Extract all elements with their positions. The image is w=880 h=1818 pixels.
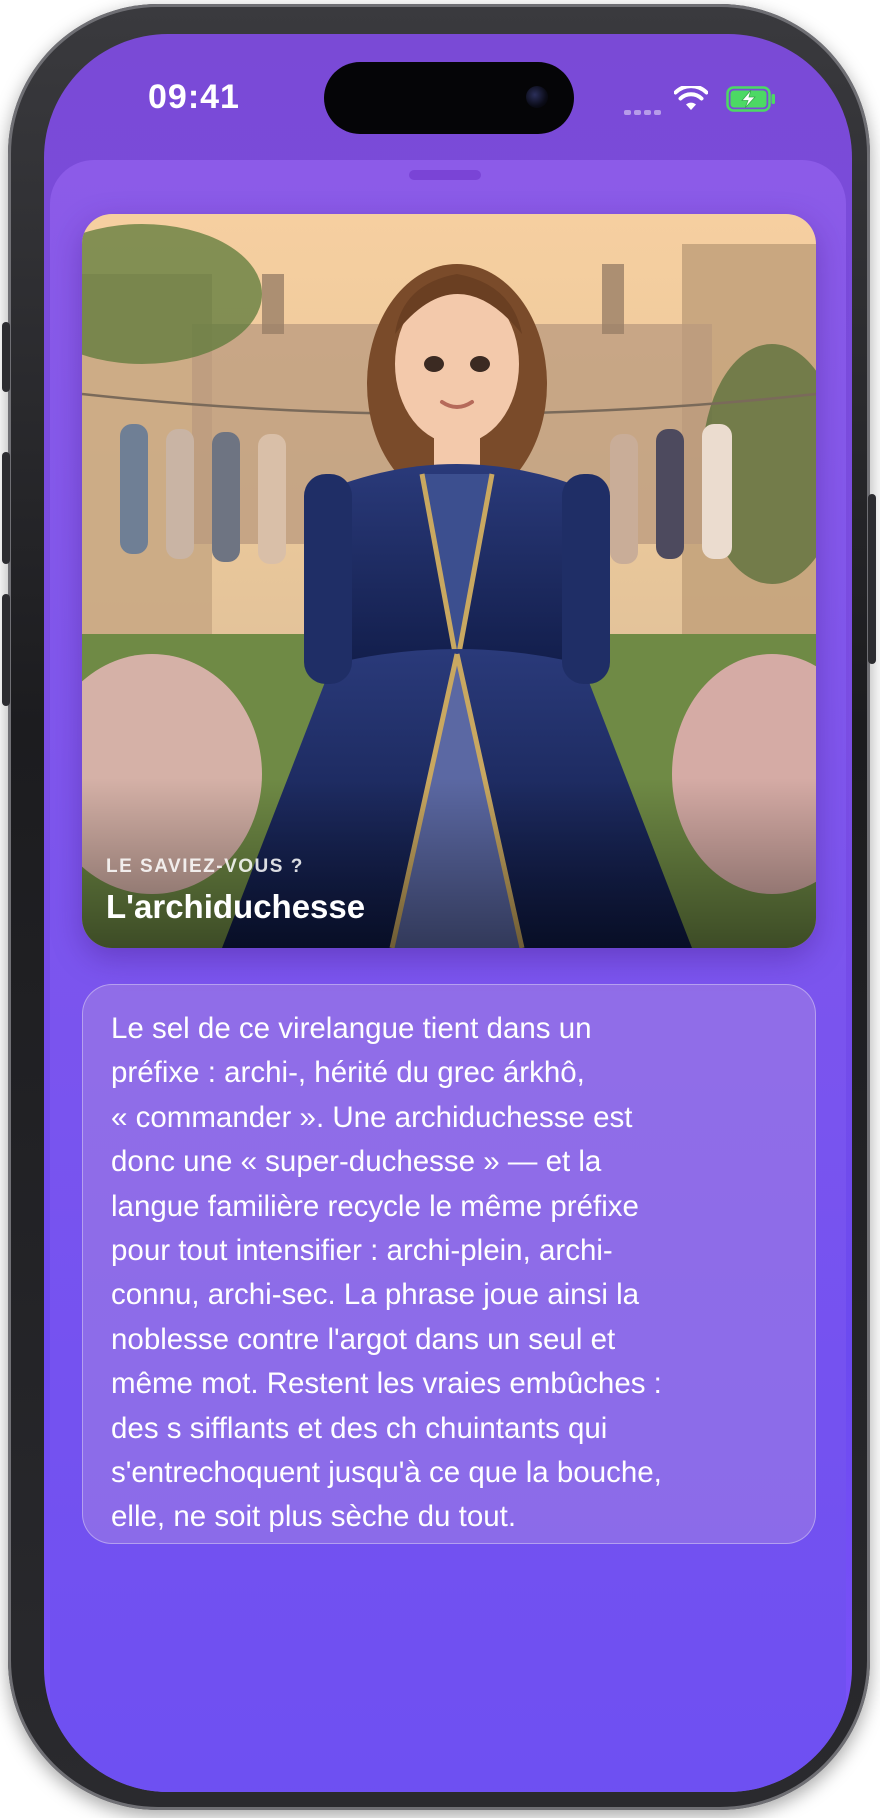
- explanation-line: connu, archi-sec. La phrase joue ainsi l…: [111, 1278, 640, 1312]
- explanation-line: des s sifflants et des ch chuintants qui: [111, 1411, 608, 1445]
- explanation-line: pour tout intensifier : archi-plein, arc…: [111, 1234, 613, 1268]
- power-button[interactable]: [868, 494, 876, 664]
- battery-charging-icon: [726, 86, 776, 117]
- explanation-line: même mot. Restent les vraies embûches :: [111, 1367, 662, 1401]
- hero-card[interactable]: LE SAVIEZ-VOUS ? L'archiduchesse: [82, 214, 816, 948]
- dynamic-island: [324, 62, 574, 134]
- action-button[interactable]: [2, 322, 10, 392]
- sheet-grabber[interactable]: [409, 170, 481, 180]
- wifi-icon: [673, 84, 709, 117]
- status-time: 09:41: [148, 78, 240, 116]
- explanation-line: « commander ». Une archiduchesse est: [111, 1100, 633, 1134]
- phone-frame: 09:41 LE SAVIEZ-VOUS ? L'archiduchesse L…: [2, 4, 876, 1810]
- front-camera-icon: [526, 86, 548, 108]
- explanation-line: elle, ne soit plus sèche du tout.: [111, 1500, 517, 1534]
- explanation-text: Le sel de ce virelangue tient dans un pr…: [111, 1007, 787, 1540]
- hero-eyebrow: LE SAVIEZ-VOUS ?: [106, 856, 304, 877]
- volume-up-button[interactable]: [2, 452, 10, 564]
- explanation-line: s'entrechoquent jusqu'à ce que la bouche…: [111, 1456, 662, 1490]
- signal-icon: [624, 102, 664, 120]
- hero-title: L'archiduchesse: [106, 888, 366, 925]
- explanation-line: Le sel de ce virelangue tient dans un: [111, 1012, 592, 1045]
- explanation-card: Le sel de ce virelangue tient dans un pr…: [82, 984, 816, 1544]
- explanation-line: donc une « super-duchesse » — et la: [111, 1145, 602, 1179]
- explanation-line: préfixe : archi-, hérité du grec árkhô,: [111, 1056, 585, 1090]
- volume-down-button[interactable]: [2, 594, 10, 706]
- explanation-line: langue familière recycle le même préfixe: [111, 1189, 639, 1223]
- screen: 09:41 LE SAVIEZ-VOUS ? L'archiduchesse L…: [44, 34, 852, 1792]
- explanation-line: noblesse contre l'argot dans un seul et: [111, 1322, 616, 1356]
